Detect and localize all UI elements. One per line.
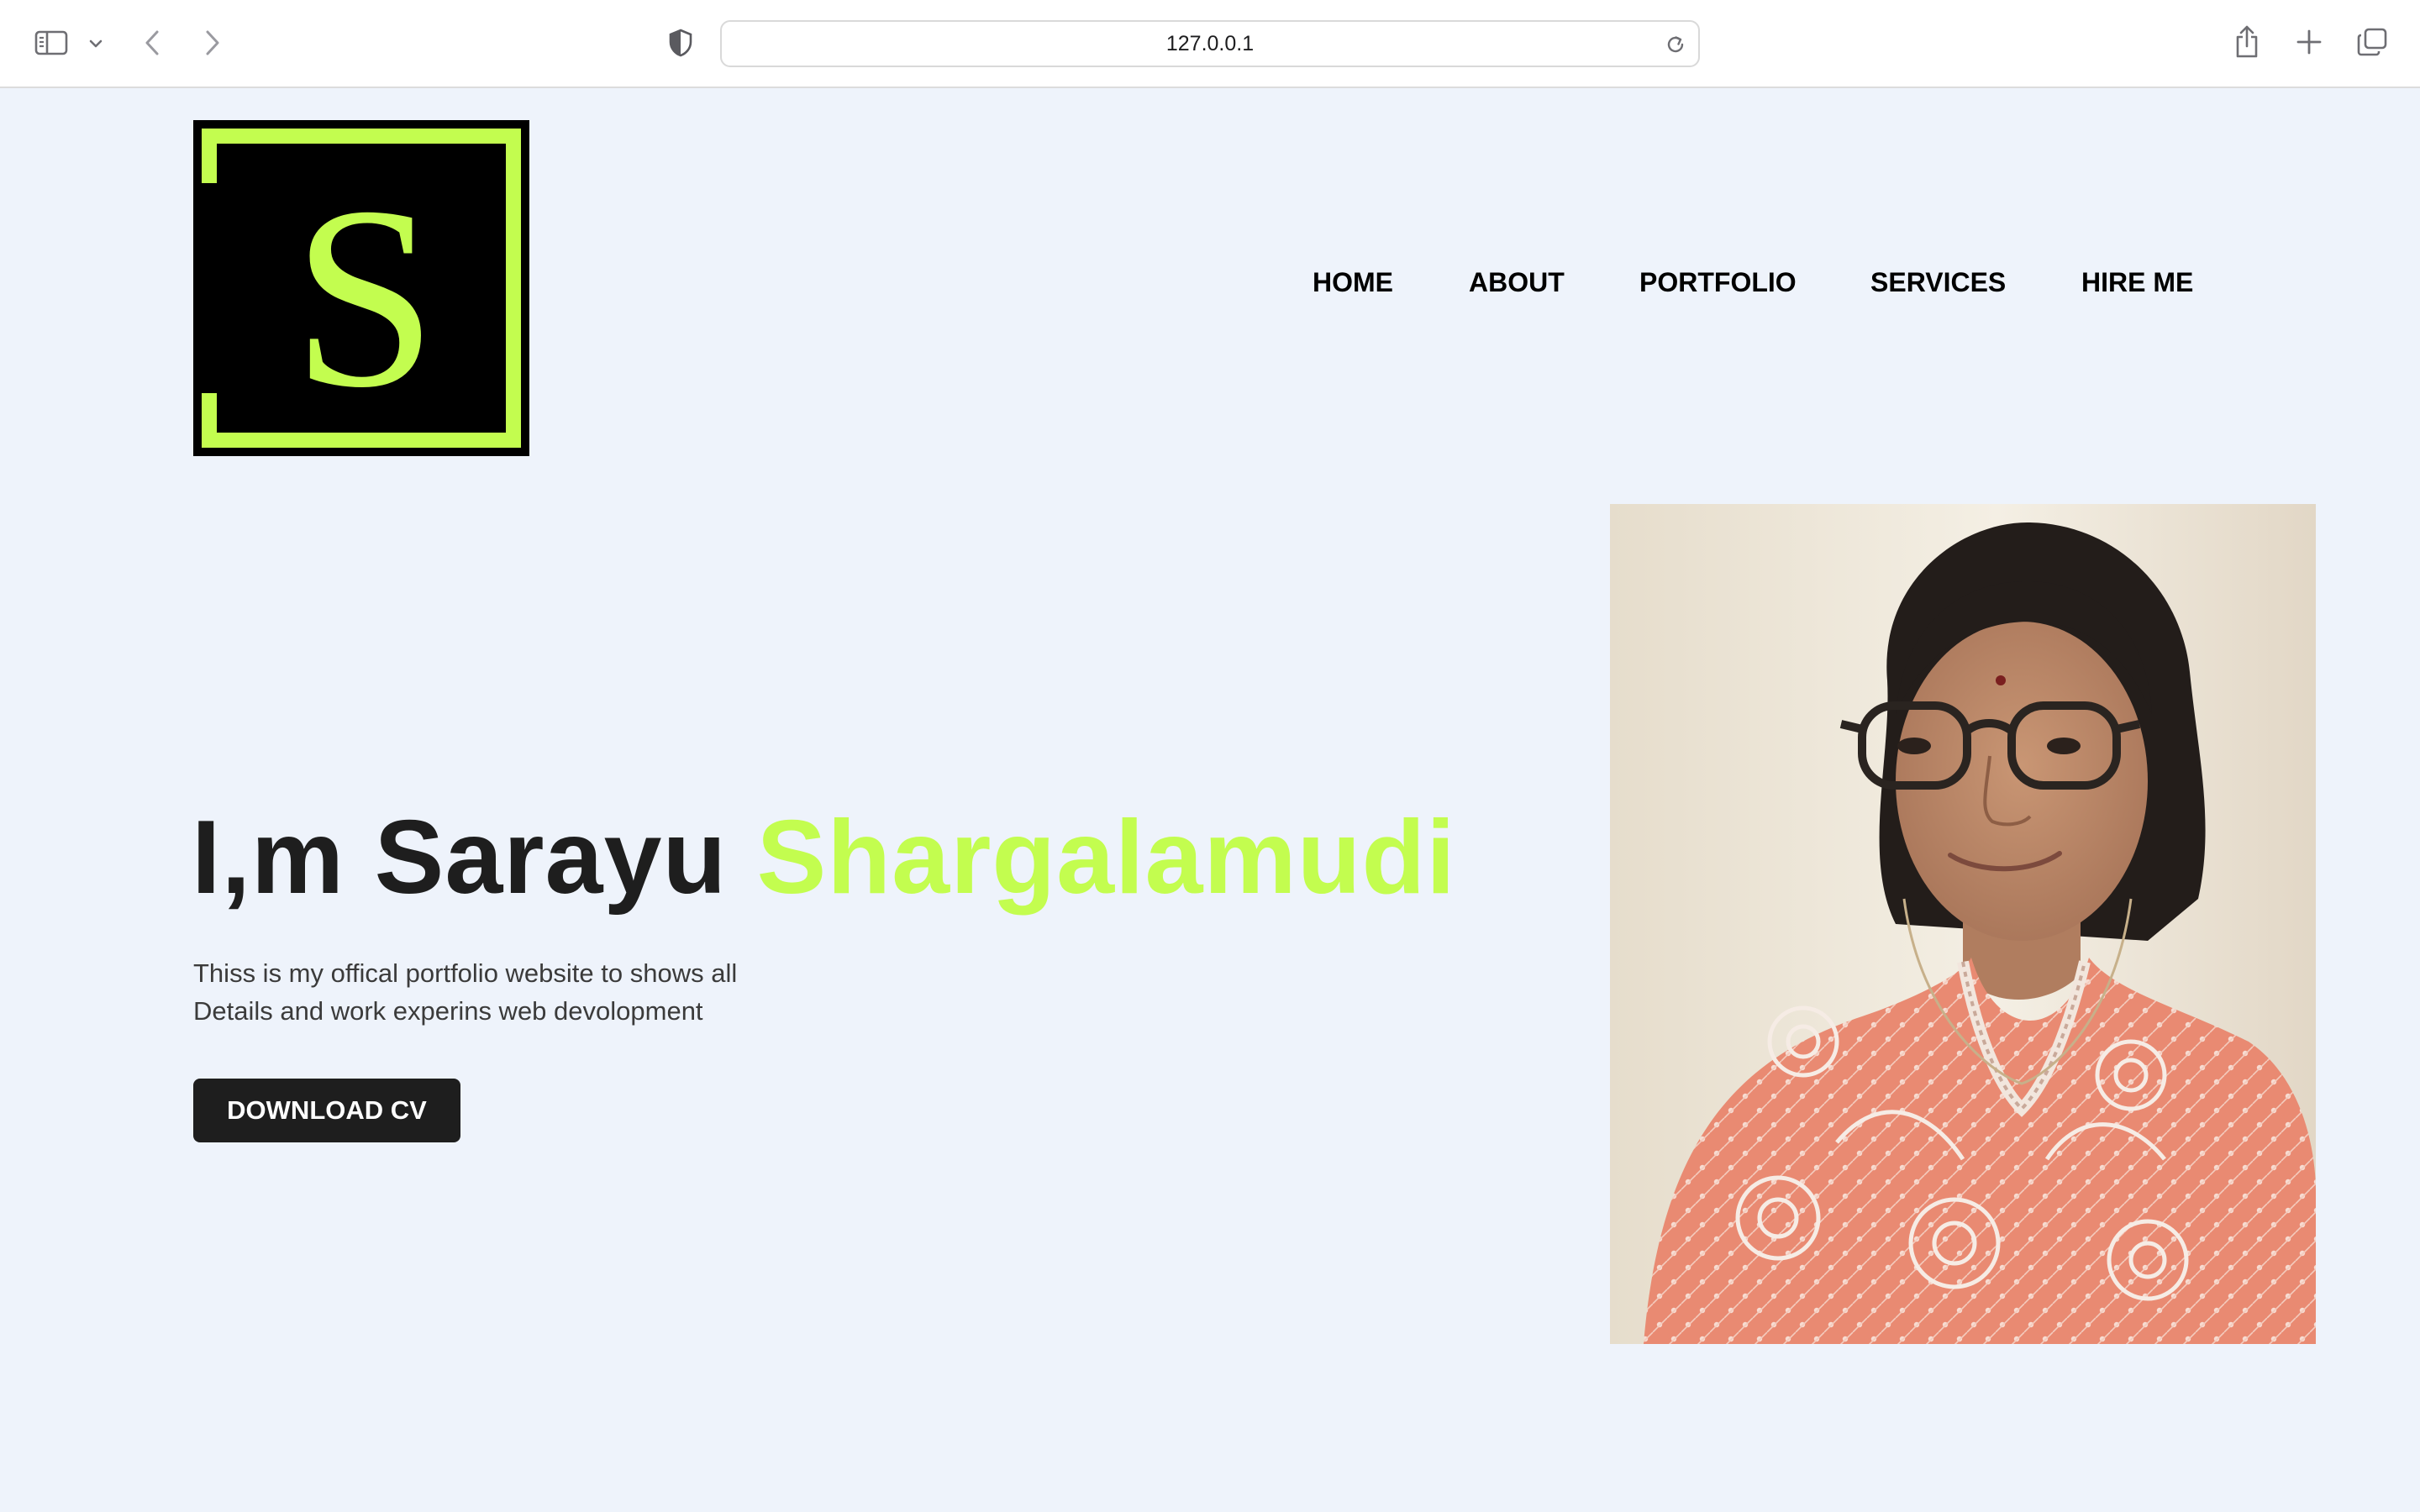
- nav-about[interactable]: ABOUT: [1469, 267, 1565, 298]
- chevron-down-icon[interactable]: [86, 34, 106, 54]
- tab-overview-icon[interactable]: [2354, 25, 2390, 59]
- hero-title-prefix: I,m Sarayu: [192, 800, 728, 916]
- hero-title: I,m Sarayu Shargalamudi: [192, 798, 1456, 917]
- main-nav: HOME ABOUT PORTFOLIO SERVICES HIRE ME: [1260, 267, 2218, 309]
- profile-photo: [1610, 504, 2316, 1344]
- nav-services[interactable]: SERVICES: [1870, 267, 2006, 298]
- url-text: 127.0.0.1: [1165, 31, 1255, 55]
- reload-icon[interactable]: [1663, 32, 1688, 57]
- hero-description: Thiss is my offical portfolio website to…: [193, 954, 832, 1030]
- hero-description-line2: Details and work experins web devolopmen…: [193, 996, 703, 1026]
- browser-toolbar: 127.0.0.1: [0, 0, 2420, 88]
- forward-arrow-icon[interactable]: [200, 25, 225, 60]
- download-cv-button[interactable]: DOWNLOAD CV: [193, 1079, 460, 1142]
- nav-home[interactable]: HOME: [1313, 267, 1393, 298]
- logo-letter: S: [292, 154, 437, 442]
- sidebar-icon[interactable]: [32, 27, 71, 59]
- back-arrow-icon[interactable]: [139, 25, 165, 60]
- plus-icon[interactable]: [2292, 25, 2326, 59]
- nav-hire-me[interactable]: HIRE ME: [2081, 267, 2193, 298]
- address-bar[interactable]: 127.0.0.1: [720, 20, 1700, 67]
- hero-title-accent: Shargalamudi: [756, 800, 1456, 916]
- share-icon[interactable]: [2230, 22, 2264, 62]
- hero-description-line1: Thiss is my offical portfolio website to…: [193, 958, 738, 988]
- shield-icon[interactable]: [666, 27, 696, 59]
- nav-portfolio[interactable]: PORTFOLIO: [1639, 267, 1797, 298]
- site-logo[interactable]: S: [193, 120, 529, 456]
